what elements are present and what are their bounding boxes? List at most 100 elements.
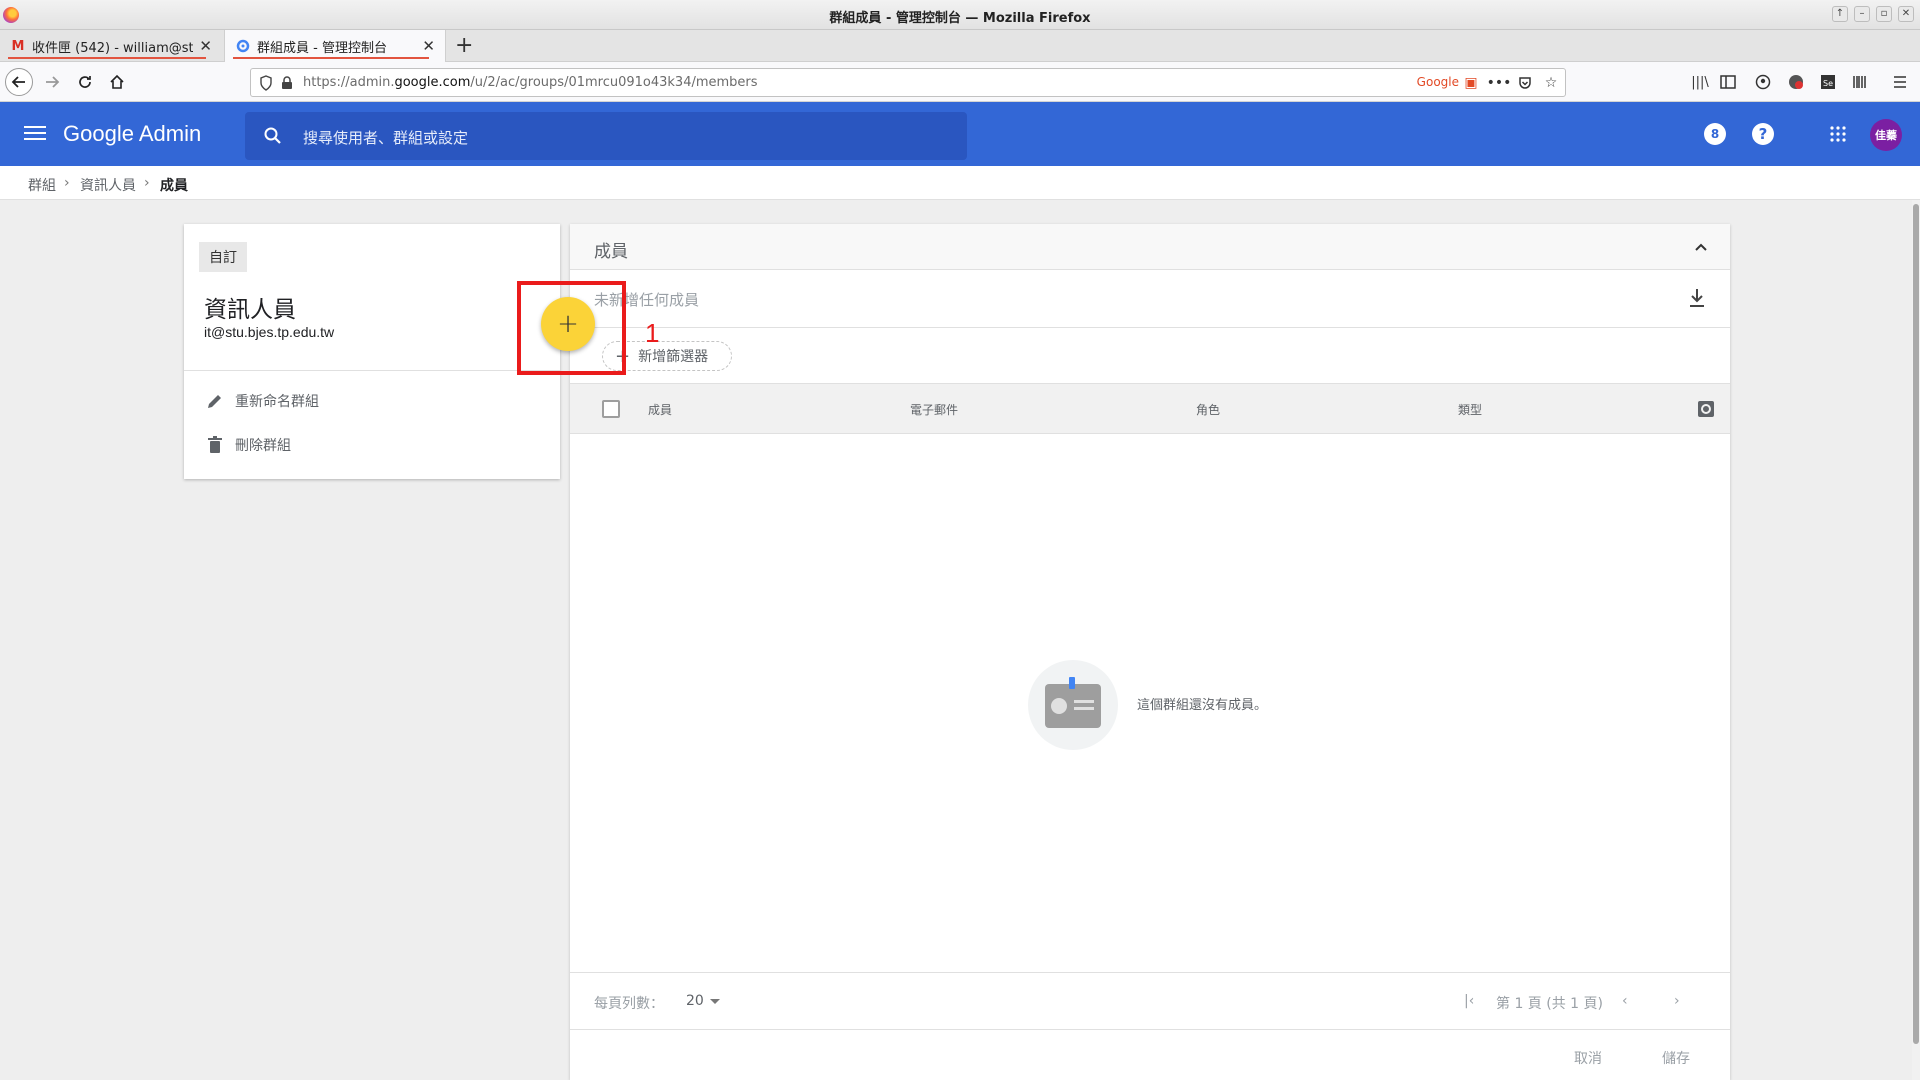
breadcrumb-current: 成員	[160, 178, 188, 194]
gear-icon[interactable]	[1696, 399, 1716, 419]
delete-group-label: 刪除群組	[235, 438, 291, 454]
extension-icon[interactable]	[1786, 72, 1806, 92]
breadcrumb-groups[interactable]: 群組	[28, 175, 56, 195]
gmail-icon: M	[11, 38, 25, 54]
bookmark-star-icon[interactable]: ☆	[1541, 73, 1561, 93]
page-actions-icon[interactable]: •••	[1487, 73, 1512, 93]
breadcrumb: 群組 › 資訊人員 › 成員	[0, 166, 1920, 200]
window-up-button[interactable]: ↑	[1832, 6, 1848, 22]
table-header: 成員 電子郵件 角色 類型	[570, 384, 1730, 434]
save-button[interactable]: 儲存	[1662, 1048, 1690, 1068]
tab-label: 收件匣 (542) - william@stu.b	[32, 40, 194, 56]
tab-underline	[233, 57, 429, 59]
navigation-bar: https://admin.google.com/u/2/ac/groups/0…	[0, 62, 1920, 102]
cancel-button[interactable]: 取消	[1574, 1048, 1602, 1068]
rows-per-page-label: 每頁列數：	[594, 996, 664, 1012]
window-maximize-button[interactable]: ▫	[1876, 6, 1892, 22]
chevron-up-icon[interactable]	[1694, 240, 1708, 254]
breadcrumb-group-name[interactable]: 資訊人員	[80, 175, 136, 195]
filter-row: + 新增篩選器	[570, 328, 1730, 384]
reload-button[interactable]	[71, 68, 99, 96]
column-role[interactable]: 角色	[1196, 401, 1220, 418]
page-info: 第 1 頁 (共 1 頁)	[1496, 996, 1603, 1012]
empty-members-illustration	[1028, 660, 1118, 750]
lock-icon[interactable]	[281, 75, 293, 90]
search-engine-tag: Google	[1416, 75, 1459, 89]
svg-text:Se: Se	[1823, 79, 1833, 88]
page-scrollbar[interactable]	[1912, 200, 1920, 1080]
library-icon[interactable]: |||\	[1690, 72, 1710, 92]
annotation-highlight-box	[517, 281, 626, 375]
avatar[interactable]: 佳蓁	[1870, 119, 1902, 151]
group-info-card: 自訂 資訊人員 it@stu.bjes.tp.edu.tw 重新命名群組 刪除群…	[184, 224, 560, 479]
pagination-bar: 每頁列數： 20 |‹ 第 1 頁 (共 1 頁) ‹ ›	[570, 972, 1730, 1030]
search-icon	[264, 127, 281, 144]
url-text[interactable]: https://admin.google.com/u/2/ac/groups/0…	[303, 75, 758, 90]
annotation-marker: 1	[645, 318, 660, 348]
admin-icon	[235, 38, 251, 54]
barcode-icon[interactable]	[1850, 72, 1870, 92]
members-title: 成員	[594, 242, 628, 262]
tab-strip: M 收件匣 (542) - william@stu.b ✕ 群組成員 - 管理控…	[0, 30, 1920, 62]
close-icon[interactable]: ✕	[199, 37, 212, 55]
search-box[interactable]: 搜尋使用者、群組或設定	[245, 112, 967, 160]
add-filter-label: 新增篩選器	[638, 349, 709, 365]
scrollbar-thumb[interactable]	[1913, 204, 1919, 1044]
rename-group-button[interactable]: 重新命名群組	[204, 390, 319, 412]
divider	[184, 370, 560, 371]
new-tab-button[interactable]: +	[455, 33, 473, 58]
tab-label: 群組成員 - 管理控制台	[257, 40, 387, 56]
chevron-right-icon: ›	[144, 175, 150, 191]
empty-state-text: 這個群組還沒有成員。	[1137, 698, 1268, 713]
delete-group-button[interactable]: 刪除群組	[204, 434, 291, 456]
sidebar-icon[interactable]	[1718, 72, 1738, 92]
apps-grid-icon[interactable]	[1827, 123, 1849, 145]
selenium-icon[interactable]: Se	[1818, 72, 1838, 92]
admin-brand[interactable]: Google Admin	[63, 121, 201, 147]
trash-icon	[204, 434, 226, 456]
pocket-icon[interactable]	[1515, 73, 1535, 93]
window-close-button[interactable]: ✕	[1898, 6, 1914, 22]
home-icon	[110, 74, 124, 89]
account-icon[interactable]	[1753, 72, 1773, 92]
next-page-icon[interactable]: ›	[1674, 993, 1680, 1009]
caret-down-icon	[709, 998, 720, 1004]
admin-header: Google Admin 搜尋使用者、群組或設定 8 ? 佳蓁	[0, 102, 1920, 166]
back-button[interactable]	[5, 68, 33, 96]
notifications-icon[interactable]: 8	[1704, 123, 1726, 145]
home-button[interactable]	[103, 68, 131, 96]
arrow-left-icon	[11, 76, 25, 88]
select-all-checkbox[interactable]	[602, 400, 620, 418]
column-type[interactable]: 類型	[1458, 401, 1482, 418]
column-email[interactable]: 電子郵件	[910, 401, 958, 418]
window-minimize-button[interactable]: –	[1854, 6, 1870, 22]
column-member[interactable]: 成員	[648, 401, 672, 418]
window-title-bar: 群組成員 - 管理控制台 — Mozilla Firefox ↑ – ▫ ✕	[0, 0, 1920, 30]
reload-icon	[79, 76, 91, 88]
first-page-icon[interactable]: |‹	[1464, 993, 1474, 1009]
arrow-right-icon	[46, 76, 60, 88]
group-type-chip: 自訂	[199, 242, 247, 272]
previous-page-icon[interactable]: ‹	[1622, 993, 1628, 1009]
tab-gmail[interactable]: M 收件匣 (542) - william@stu.b ✕	[0, 30, 222, 62]
members-header[interactable]: 成員	[570, 224, 1730, 270]
group-email: it@stu.bjes.tp.edu.tw	[204, 324, 335, 340]
url-bar[interactable]: https://admin.google.com/u/2/ac/groups/0…	[250, 68, 1566, 97]
hamburger-menu-icon[interactable]	[1890, 72, 1910, 92]
members-empty-row: 未新增任何成員	[570, 270, 1730, 328]
pencil-icon	[204, 390, 226, 412]
main-menu-button[interactable]	[24, 122, 46, 146]
rows-per-page-select[interactable]: 20	[686, 993, 720, 1009]
container-icon[interactable]: ▣	[1461, 73, 1481, 93]
search-placeholder[interactable]: 搜尋使用者、群組或設定	[303, 127, 468, 148]
tab-admin[interactable]: 群組成員 - 管理控制台 ✕	[224, 30, 446, 62]
rename-group-label: 重新命名群組	[235, 394, 319, 410]
download-icon[interactable]	[1688, 288, 1706, 308]
members-panel: 成員 未新增任何成員 + 新增篩選器 成員 電子郵件 角色 類型 這個群組還沒有…	[570, 224, 1730, 1080]
help-icon[interactable]: ?	[1752, 123, 1774, 145]
forward-button[interactable]	[38, 68, 66, 96]
shield-icon[interactable]	[259, 74, 273, 91]
close-icon[interactable]: ✕	[422, 37, 435, 55]
group-name: 資訊人員	[204, 297, 296, 323]
window-title: 群組成員 - 管理控制台 — Mozilla Firefox	[829, 11, 1091, 26]
